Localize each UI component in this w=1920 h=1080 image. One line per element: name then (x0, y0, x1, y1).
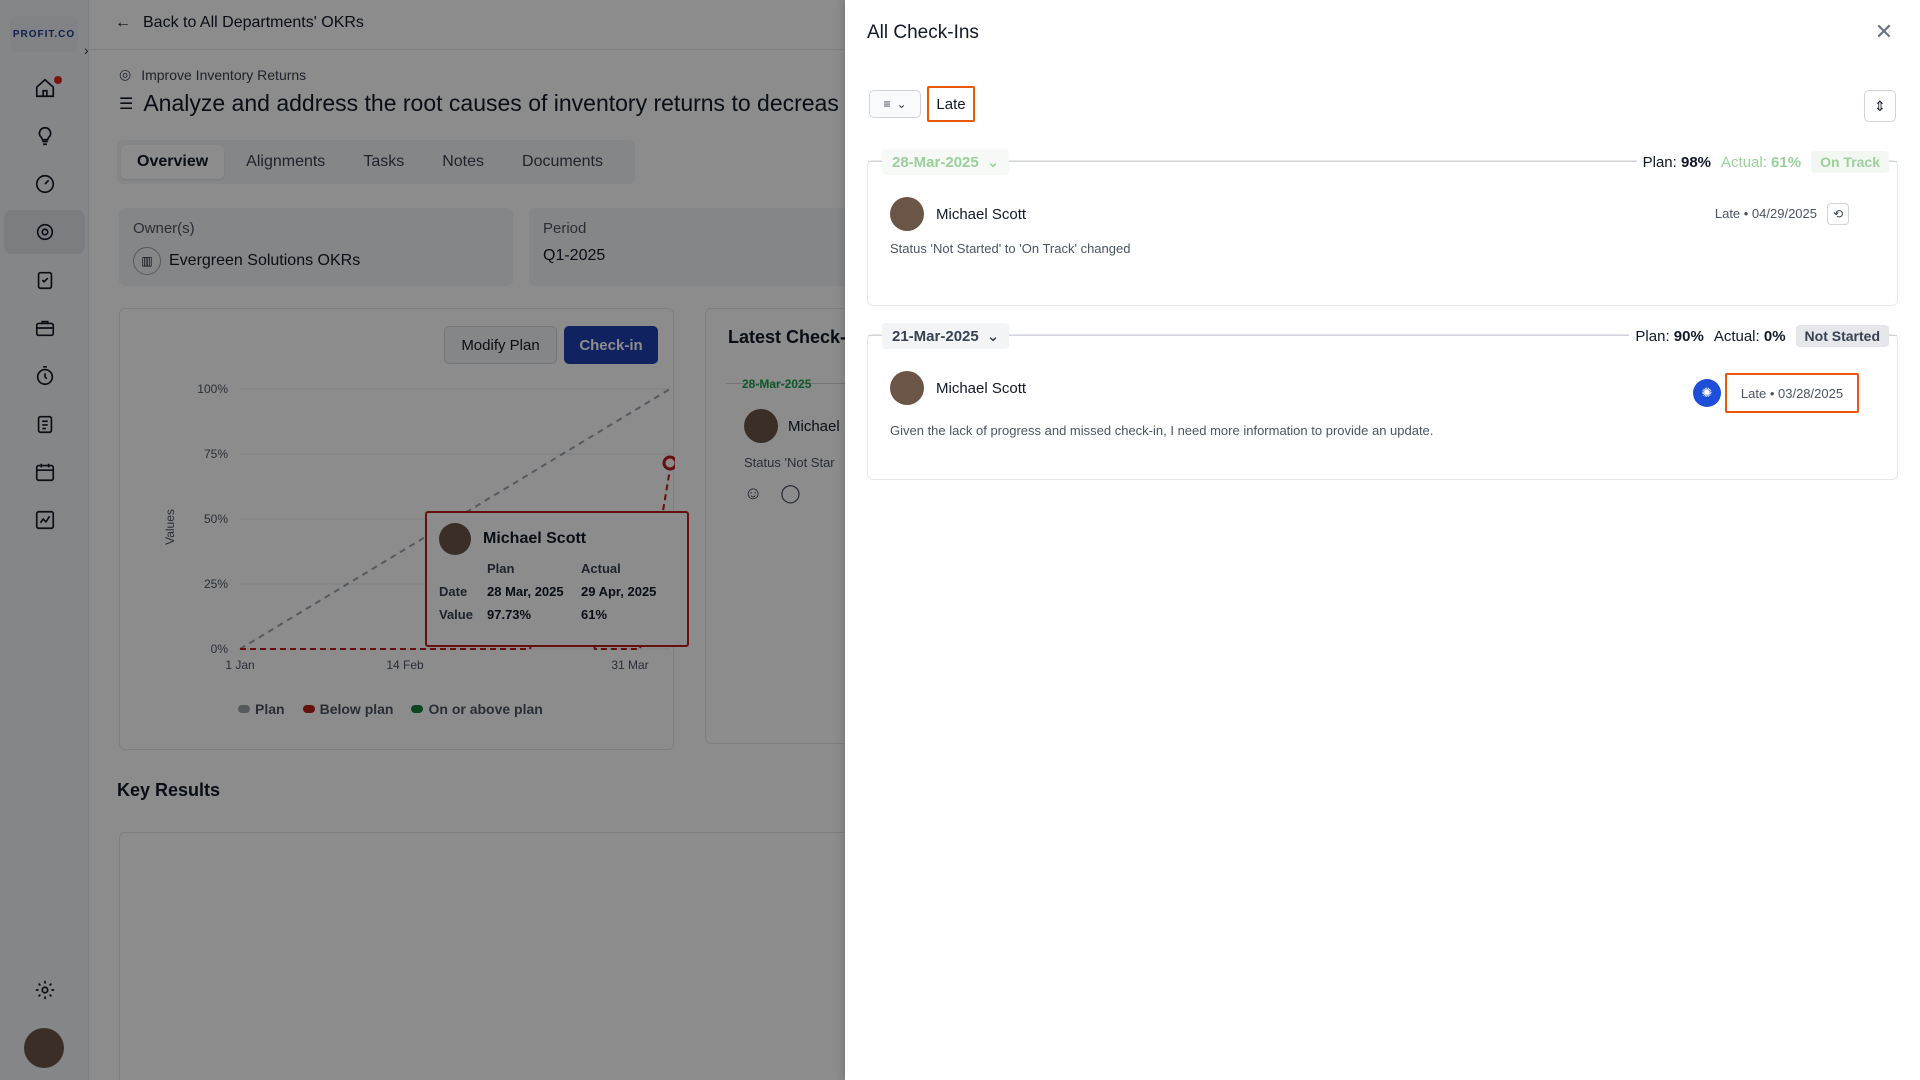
filter-chip-late[interactable]: Late (927, 86, 975, 122)
entry-user-name: Michael Scott (936, 205, 1027, 223)
filter-button[interactable]: ≡ ⌄ (869, 90, 921, 118)
modal-overlay[interactable] (0, 0, 845, 1080)
entry-user-name: Michael Scott (936, 379, 1027, 397)
entry-late-date: Late • 04/29/2025 (1714, 206, 1817, 221)
plan-label: Plan: (1642, 153, 1677, 171)
actual-value: 61% (1771, 153, 1802, 171)
entry-metrics: Plan: 90% Actual: 0% Not Started (1629, 323, 1889, 349)
avatar (890, 371, 924, 405)
status-badge: Not Started (1795, 325, 1889, 347)
app-root: PROFIT.CO › ← Back to All Departments' O… (0, 0, 1920, 1080)
close-icon[interactable]: ✕ (1872, 20, 1896, 44)
all-checkins-drawer: All Check-Ins ✕ ≡ ⌄ Late ⇕ 28-Mar-2025 ⌄… (845, 0, 1920, 1080)
entry-late-date: Late • 03/28/2025 (1725, 373, 1859, 413)
chevron-down-icon: ⌄ (986, 328, 1000, 345)
checkin-entry: 28-Mar-2025 ⌄ Plan: 98% Actual: 61% On T… (867, 149, 1898, 306)
actual-label: Actual: (1721, 153, 1767, 171)
entry-date-toggle[interactable]: 21-Mar-2025 ⌄ (882, 323, 1010, 349)
actual-value: 0% (1763, 327, 1786, 345)
avatar (890, 197, 924, 231)
entry-date: 21-Mar-2025 (892, 327, 979, 345)
plan-label: Plan: (1635, 327, 1670, 345)
entry-text: Given the lack of progress and missed ch… (890, 423, 1434, 438)
entry-date: 28-Mar-2025 (892, 153, 979, 171)
sort-toggle-icon[interactable]: ⇕ (1864, 90, 1896, 122)
history-icon[interactable]: ⟲ (1827, 203, 1849, 225)
ai-assistant-icon[interactable]: ✺ (1693, 379, 1721, 407)
status-badge: On Track (1811, 151, 1889, 173)
checkin-entry: 21-Mar-2025 ⌄ Plan: 90% Actual: 0% Not S… (867, 323, 1898, 480)
actual-label: Actual: (1713, 327, 1760, 345)
entry-text: Status 'Not Started' to 'On Track' chang… (890, 241, 1131, 256)
chevron-down-icon: ⌄ (896, 97, 907, 111)
drawer-title: All Check-Ins (867, 22, 979, 43)
entry-metrics: Plan: 98% Actual: 61% On Track (1636, 149, 1889, 175)
entry-date-toggle[interactable]: 28-Mar-2025 ⌄ (882, 149, 1010, 175)
plan-value: 98% (1680, 153, 1712, 171)
chevron-down-icon: ⌄ (986, 154, 1000, 171)
plan-value: 90% (1673, 327, 1704, 345)
filter-icon: ≡ (883, 97, 891, 111)
